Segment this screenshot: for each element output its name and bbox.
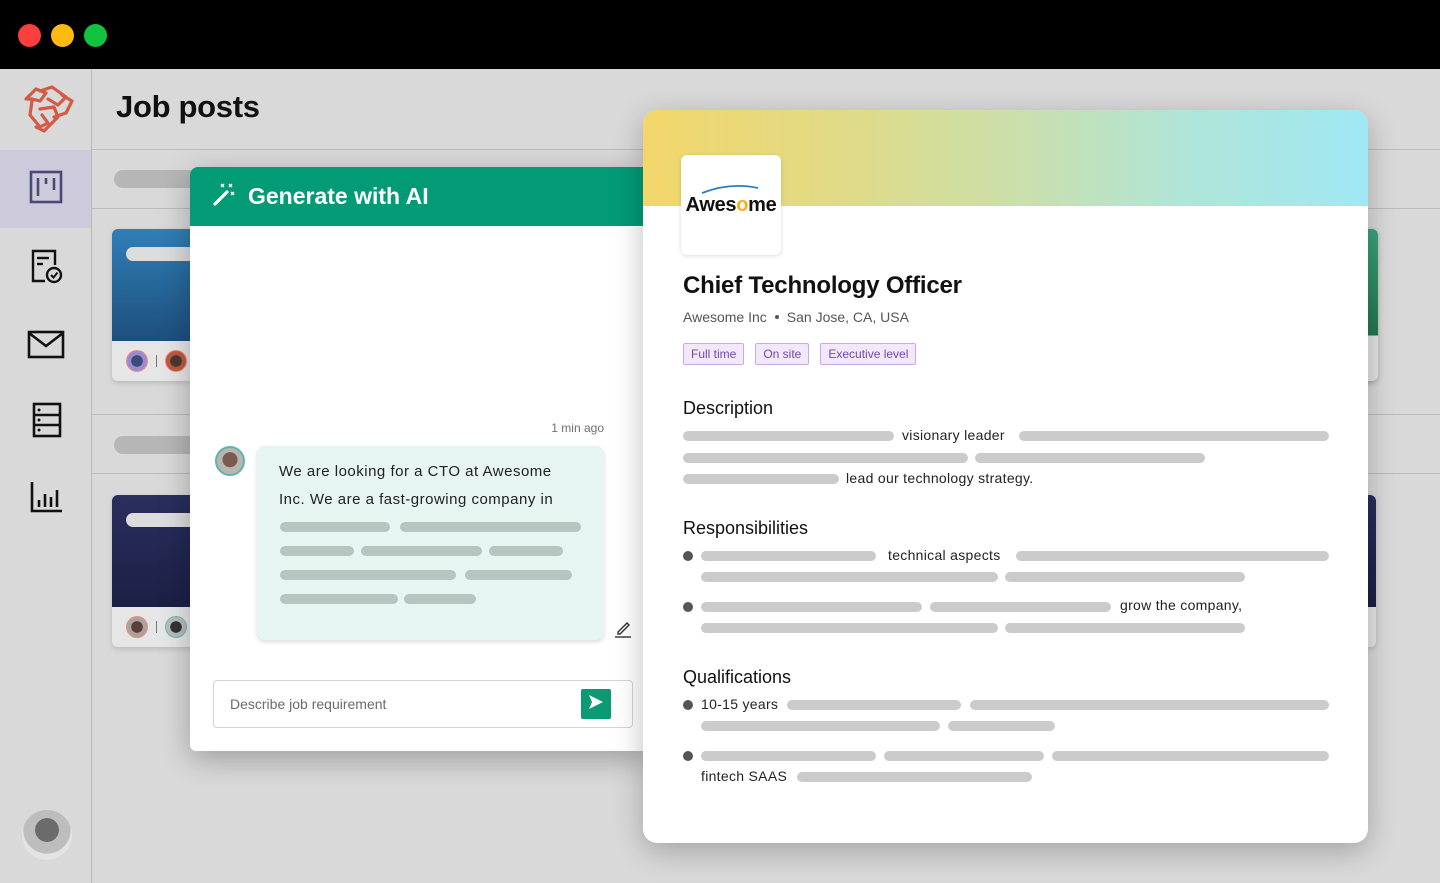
text-skeleton	[683, 474, 839, 484]
company-logo-text: Awesome	[685, 184, 777, 217]
window-minimize-button[interactable]	[51, 24, 74, 47]
text-skeleton	[400, 522, 581, 532]
text-skeleton	[701, 602, 922, 612]
text-skeleton	[1019, 431, 1329, 441]
page-title: Job posts	[116, 89, 260, 124]
text-skeleton	[701, 623, 998, 633]
logo-text-part: o	[736, 193, 749, 216]
text-skeleton	[975, 453, 1205, 463]
bullet	[683, 751, 693, 761]
text-skeleton	[930, 602, 1111, 612]
avatar	[126, 350, 148, 372]
window-maximize-button[interactable]	[84, 24, 107, 47]
divider	[156, 621, 157, 633]
server-list-icon	[27, 401, 65, 444]
text-skeleton	[787, 700, 961, 710]
tag-employment-type: Full time	[683, 343, 745, 365]
text-skeleton	[280, 546, 354, 556]
dot-separator	[774, 315, 779, 319]
chat-message-bubble: We are looking for a CTO at Awesome Inc.…	[257, 446, 604, 640]
send-button[interactable]	[581, 689, 611, 719]
document-check-icon	[27, 247, 65, 290]
text-skeleton	[797, 772, 1032, 782]
kanban-board-icon	[27, 168, 65, 211]
ai-panel-title: Generate with AI	[248, 183, 429, 209]
bullet	[683, 602, 693, 612]
text-skeleton	[1005, 623, 1245, 633]
qualification-fragment: 10-15 years	[701, 696, 779, 712]
text-skeleton	[1052, 751, 1329, 761]
text-skeleton	[280, 594, 398, 604]
sidebar-item-analytics[interactable]	[0, 460, 91, 538]
company-name: Awesome Inc	[683, 309, 767, 325]
text-skeleton	[280, 570, 456, 580]
job-tags: Full time On site Executive level	[683, 343, 917, 365]
text-skeleton	[683, 431, 894, 441]
logo-text-part: Awes	[685, 193, 737, 216]
text-skeleton	[701, 551, 876, 561]
window-titlebar	[0, 0, 1440, 69]
window-close-button[interactable]	[18, 24, 41, 47]
qualification-fragment: fintech SAAS	[701, 768, 788, 784]
ai-panel-header: Generate with AI	[190, 167, 650, 226]
text-skeleton	[701, 572, 998, 582]
job-meta: Awesome Inc San Jose, CA, USA	[683, 309, 909, 325]
bar-chart-icon	[27, 478, 65, 521]
sidebar-item-database[interactable]	[0, 383, 91, 461]
divider	[156, 355, 157, 367]
logo-text-part: me	[748, 193, 777, 216]
text-skeleton	[884, 751, 1044, 761]
text-skeleton	[280, 522, 390, 532]
text-skeleton	[948, 721, 1055, 731]
message-timestamp: 1 min ago	[551, 421, 604, 435]
job-requirement-input[interactable]	[230, 696, 632, 712]
tag-seniority: Executive level	[820, 343, 917, 365]
user-avatar[interactable]	[22, 810, 72, 860]
avatar	[126, 616, 148, 638]
magic-wand-icon	[212, 181, 238, 212]
text-skeleton	[683, 453, 968, 463]
responsibility-fragment: technical aspects	[888, 547, 1001, 563]
text-skeleton	[1016, 551, 1329, 561]
bullet	[683, 551, 693, 561]
text-skeleton	[404, 594, 476, 604]
send-icon	[588, 694, 604, 715]
text-skeleton	[701, 721, 940, 731]
avatar	[165, 350, 187, 372]
sidebar-item-document-check[interactable]	[0, 229, 91, 307]
chat-message-text: We are looking for a CTO at Awesome Inc.…	[279, 463, 554, 508]
brand-logo-icon[interactable]	[18, 79, 78, 139]
section-title-description: Description	[683, 398, 774, 418]
tag-work-location: On site	[755, 343, 810, 365]
description-fragment: visionary leader	[902, 427, 1005, 443]
job-title: Chief Technology Officer	[683, 272, 962, 299]
sidebar-item-job-board[interactable]	[0, 150, 91, 228]
sidebar-item-mail[interactable]	[0, 307, 91, 385]
avatar	[165, 616, 187, 638]
section-title-responsibilities: Responsibilities	[683, 518, 809, 538]
company-logo: Awesome	[681, 155, 781, 255]
text-skeleton	[970, 700, 1329, 710]
job-location: San Jose, CA, USA	[786, 309, 909, 325]
ai-generate-panel: Generate with AI 1 min ago We are lookin…	[190, 167, 650, 751]
responsibility-fragment: grow the company,	[1120, 597, 1243, 613]
text-skeleton	[361, 546, 482, 556]
job-detail-card: Awesome Chief Technology Officer Awesome…	[643, 110, 1368, 843]
text-skeleton	[489, 546, 563, 556]
edit-pencil-icon[interactable]	[613, 618, 633, 638]
mail-icon	[27, 325, 65, 368]
section-title-qualifications: Qualifications	[683, 667, 792, 687]
text-skeleton	[1005, 572, 1245, 582]
sidebar	[0, 69, 92, 883]
bullet	[683, 700, 693, 710]
chat-user-avatar	[215, 446, 245, 476]
description-fragment: lead our technology strategy.	[846, 470, 1034, 486]
logo-swoosh-icon	[701, 184, 758, 194]
job-requirement-input-wrapper	[213, 680, 633, 728]
text-skeleton	[701, 751, 876, 761]
text-skeleton	[465, 570, 572, 580]
